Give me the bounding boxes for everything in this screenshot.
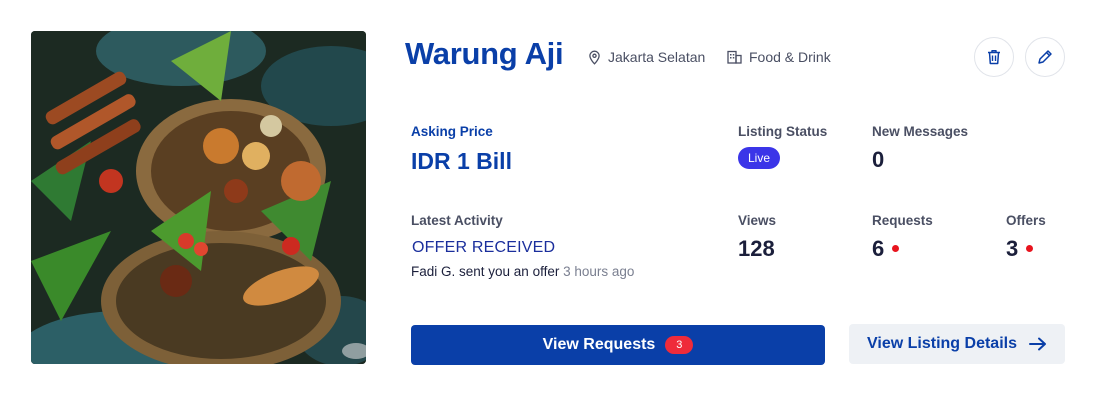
new-messages-value: 0	[872, 147, 885, 172]
views-label: Views	[738, 213, 777, 228]
offers-alert-dot	[1026, 244, 1034, 252]
edit-button[interactable]	[1025, 37, 1065, 77]
pencil-icon	[1038, 50, 1052, 64]
category-text: Food & Drink	[749, 49, 831, 65]
activity-type[interactable]: OFFER RECEIVED	[412, 239, 555, 257]
asking-price-value: IDR 1 Bill	[411, 148, 512, 174]
view-requests-button[interactable]: View Requests 3	[411, 325, 825, 365]
activity-detail-text: Fadi G. sent you an offer	[411, 264, 560, 279]
requests-stat: 6	[872, 236, 900, 262]
activity-time: 3 hours ago	[563, 264, 635, 279]
activity-detail: Fadi G. sent you an offer 3 hours ago	[411, 264, 634, 279]
views-value: 128	[738, 236, 775, 261]
latest-activity-label: Latest Activity	[411, 213, 503, 228]
location-text: Jakarta Selatan	[608, 49, 706, 65]
asking-price-label: Asking Price	[411, 124, 493, 139]
offers-label: Offers	[1006, 213, 1046, 228]
view-listing-details-button[interactable]: View Listing Details	[849, 324, 1065, 364]
requests-label: Requests	[872, 213, 933, 228]
map-pin-icon	[589, 50, 600, 65]
delete-button[interactable]	[974, 37, 1014, 77]
view-details-label: View Listing Details	[867, 335, 1017, 352]
location-meta: Jakarta Selatan	[588, 49, 705, 65]
status-badge: Live	[738, 147, 781, 169]
trash-icon	[988, 50, 1000, 65]
offers-stat: 3	[1006, 236, 1034, 262]
building-icon	[727, 50, 742, 64]
requests-alert-dot	[892, 244, 900, 252]
listing-title: Warung Aji	[405, 36, 564, 71]
category-meta: Food & Drink	[727, 49, 831, 65]
new-messages-label: New Messages	[872, 124, 969, 139]
requests-count-badge: 3	[665, 336, 694, 354]
offers-value: 3	[1006, 236, 1019, 261]
requests-value: 6	[872, 236, 885, 261]
arrow-right-icon	[1028, 337, 1046, 351]
listing-image	[31, 31, 366, 364]
listing-status-label: Listing Status	[738, 124, 828, 139]
view-requests-label: View Requests	[542, 336, 656, 353]
